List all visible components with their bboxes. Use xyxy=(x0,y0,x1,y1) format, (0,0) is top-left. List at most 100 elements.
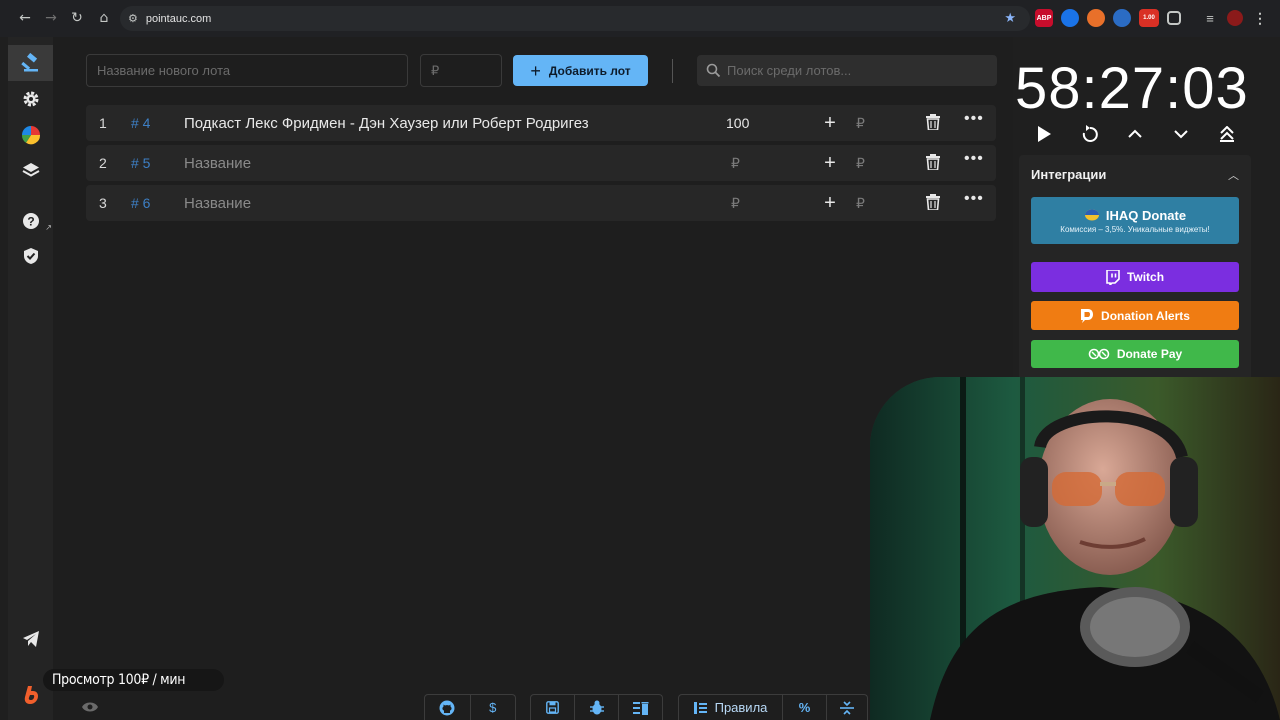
lot-amount[interactable]: 100 xyxy=(726,115,749,131)
fox-icon[interactable] xyxy=(1087,9,1105,27)
donate-pay-button[interactable]: Donate Pay xyxy=(1031,340,1239,368)
site-info-icon[interactable]: ⚙ xyxy=(128,12,138,25)
lot-index: 2 xyxy=(99,155,107,171)
chevron-down-icon[interactable] xyxy=(1167,120,1195,148)
percent-button[interactable]: % xyxy=(783,694,827,720)
ihaq-subtitle: Комиссия – 3,5%. Уникальные виджеты! xyxy=(1060,224,1210,234)
vpn-icon[interactable] xyxy=(1061,9,1079,27)
reload-icon[interactable]: ↻ xyxy=(64,5,90,31)
lot-row: 1 # 4 100 + ₽ ••• xyxy=(86,105,996,141)
eye-icon[interactable] xyxy=(82,701,98,713)
sidebar-item-auction[interactable] xyxy=(8,45,53,81)
toolbar-divider xyxy=(672,59,673,83)
ihaq-donate-button[interactable]: IHAQ Donate Комиссия – 3,5%. Уникальные … xyxy=(1031,197,1239,244)
trash-icon[interactable] xyxy=(926,194,940,210)
extensions-bar: ABP 1.00 ≡ ⋮ xyxy=(1035,9,1269,27)
more-menu-icon[interactable]: ••• xyxy=(964,110,984,128)
address-bar[interactable]: ⚙ pointauc.com ★ xyxy=(120,6,1030,31)
lot-name-input[interactable] xyxy=(182,151,702,175)
bottom-toolbar-actions xyxy=(530,694,663,720)
ihaq-logo-icon xyxy=(1084,209,1099,221)
ihaq-label: IHAQ Donate xyxy=(1105,207,1187,223)
profile-avatar[interactable] xyxy=(1227,10,1243,26)
main-content: + Добавить лот 1 # 4 100 + ₽ ••• xyxy=(53,37,1013,720)
donate-dollar-button[interactable]: $ xyxy=(471,695,516,720)
collapse-chevron-icon[interactable]: ︿ xyxy=(1228,167,1239,183)
rules-list-icon xyxy=(693,701,707,714)
lot-add-amount-icon[interactable]: + xyxy=(819,151,841,175)
lot-name-input[interactable] xyxy=(182,191,702,215)
menu-kebab-icon[interactable]: ⋮ xyxy=(1251,9,1269,27)
trash-icon[interactable] xyxy=(926,114,940,130)
streamer-video-image xyxy=(870,377,1280,720)
twitch-button[interactable]: Twitch xyxy=(1031,262,1239,292)
reset-icon[interactable] xyxy=(1076,120,1104,148)
auction-timer: 58:27:03 xyxy=(1015,56,1249,121)
add-lot-button[interactable]: + Добавить лот xyxy=(513,55,648,86)
new-lot-name-input[interactable] xyxy=(86,54,408,87)
compress-icon[interactable] xyxy=(827,695,867,720)
forward-icon[interactable]: → xyxy=(38,5,64,31)
double-up-icon[interactable] xyxy=(1213,120,1241,148)
gear-icon xyxy=(23,91,38,107)
back-icon[interactable]: ← xyxy=(12,5,38,31)
telegram-icon xyxy=(22,631,39,647)
chevron-up-icon[interactable] xyxy=(1121,120,1149,148)
more-menu-icon[interactable]: ••• xyxy=(964,150,984,168)
sidebar-item-help[interactable]: ? ↗ xyxy=(8,203,53,239)
lot-name-input[interactable] xyxy=(182,111,702,135)
layers-icon xyxy=(22,163,39,177)
bookmark-star-icon[interactable]: ★ xyxy=(1004,11,1016,26)
search-icon xyxy=(706,63,721,78)
new-lot-price-input[interactable] xyxy=(420,54,502,87)
lot-add-input[interactable]: ₽ xyxy=(856,115,865,132)
puzzle-icon[interactable] xyxy=(1167,11,1181,25)
boosty-icon xyxy=(24,686,38,704)
sidebar-item-privacy[interactable] xyxy=(8,238,53,274)
lot-fast-id[interactable]: # 4 xyxy=(131,115,150,131)
lot-add-amount-icon[interactable]: + xyxy=(819,191,841,215)
sidebar-item-layers[interactable] xyxy=(8,152,53,188)
lot-amount-input[interactable]: ₽ xyxy=(731,195,740,212)
rules-label: Правила xyxy=(714,700,768,715)
sidebar-item-wheel[interactable] xyxy=(8,117,53,153)
search-input[interactable] xyxy=(727,55,992,86)
search-box xyxy=(697,55,997,86)
more-menu-icon[interactable]: ••• xyxy=(964,190,984,208)
github-icon[interactable] xyxy=(425,694,471,720)
trash-icon[interactable] xyxy=(926,154,940,170)
gavel-icon xyxy=(20,53,38,72)
external-link-icon: ↗ xyxy=(45,223,52,232)
donation-alerts-button[interactable]: Donation Alerts xyxy=(1031,301,1239,330)
percent-icon: % xyxy=(798,700,811,715)
lot-add-input[interactable]: ₽ xyxy=(856,155,865,172)
integrations-title: Интеграции xyxy=(1031,167,1107,182)
lot-fast-id[interactable]: # 6 xyxy=(131,195,150,211)
lot-fast-id[interactable]: # 5 xyxy=(131,155,150,171)
save-icon[interactable] xyxy=(531,694,575,720)
sidebar-item-settings[interactable] xyxy=(8,81,53,117)
browser-toolbar: ← → ↻ ⌂ ⚙ pointauc.com ★ ABP 1.00 ≡ ⋮ xyxy=(0,0,1280,37)
donation-alerts-icon xyxy=(1081,309,1094,323)
lot-row: 3 # 6 ₽ + ₽ ••• xyxy=(86,185,996,221)
bottom-toolbar-links: $ xyxy=(424,694,516,720)
add-lot-label: Добавить лот xyxy=(548,63,631,78)
lot-amount-input[interactable]: ₽ xyxy=(731,155,740,172)
lot-add-amount-icon[interactable]: + xyxy=(819,111,841,135)
play-icon[interactable] xyxy=(1030,120,1058,148)
lot-row: 2 # 5 ₽ + ₽ ••• xyxy=(86,145,996,181)
twitch-icon xyxy=(1106,269,1120,285)
abp-icon[interactable]: ABP xyxy=(1035,9,1053,27)
bug-icon[interactable] xyxy=(575,694,619,720)
integrations-panel: Интеграции ︿ IHAQ Donate Комиссия – 3,5%… xyxy=(1019,155,1251,385)
ext-blue-icon[interactable] xyxy=(1113,9,1131,27)
media-icon[interactable]: ≡ xyxy=(1201,9,1219,27)
lot-index: 3 xyxy=(99,195,107,211)
rules-button[interactable]: Правила xyxy=(679,694,783,720)
home-icon[interactable]: ⌂ xyxy=(91,5,117,31)
ext-badge-icon[interactable]: 1.00 xyxy=(1139,9,1159,27)
lot-add-input[interactable]: ₽ xyxy=(856,195,865,212)
clear-list-icon[interactable] xyxy=(619,695,662,720)
sidebar-item-telegram[interactable] xyxy=(8,621,53,657)
donate-pay-icon xyxy=(1088,348,1110,360)
